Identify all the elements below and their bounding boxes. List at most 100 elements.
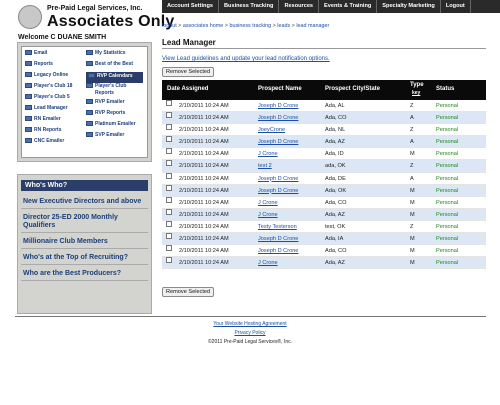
remove-selected-button-top[interactable]: Remove Selected <box>162 67 215 77</box>
row-checkbox[interactable] <box>166 124 172 131</box>
table-row: 2/10/2011 10:24 AM Testy Testerson test, O… <box>162 220 486 234</box>
row-checkbox[interactable] <box>166 220 172 227</box>
breadcrumb-leads[interactable]: leads <box>277 23 290 29</box>
whos-who-panel: Who's Who? New Executive Directors and a… <box>17 174 152 314</box>
emailer-icon <box>86 132 93 137</box>
row-checkbox[interactable] <box>166 112 172 119</box>
privacy-policy-link[interactable]: Privacy Policy <box>234 330 265 336</box>
prospect-link[interactable]: Joseph D Crone <box>258 173 298 185</box>
row-checkbox[interactable] <box>166 208 172 215</box>
copyright: ©2011 Pre-Paid Legal Services®, Inc. <box>208 339 292 345</box>
reports-icon <box>86 83 93 88</box>
brand-title: Associates Only <box>47 13 175 30</box>
nav-business-tracking[interactable]: Business Tracking <box>219 0 280 13</box>
menu-legacy-online[interactable]: Legacy Online <box>25 72 72 83</box>
lead-table-body: 2/10/2011 10:24 AM Joseph D Crone Ada, AL Z… <box>162 100 486 270</box>
row-checkbox[interactable] <box>166 184 172 191</box>
row-checkbox[interactable] <box>166 172 172 179</box>
nav-events-training[interactable]: Events & Training <box>319 0 378 13</box>
emailer-icon <box>25 116 32 121</box>
row-checkbox[interactable] <box>166 160 172 167</box>
menu-rvp-reports[interactable]: RVP Reports <box>86 110 143 121</box>
reports-icon <box>25 127 32 132</box>
row-checkbox[interactable] <box>166 233 172 240</box>
players-club-icon <box>25 94 32 99</box>
who-item-best-producers[interactable]: Who are the Best Producers? <box>21 265 148 281</box>
remove-selected-button-bottom[interactable]: Remove Selected <box>162 287 215 297</box>
row-checkbox[interactable] <box>166 148 172 155</box>
prospect-link[interactable]: J Crone <box>258 197 278 209</box>
who-item-director-qualifiers[interactable]: Director 25-ED 2000 Monthly Qualifiers <box>21 209 148 233</box>
header-type-key-link[interactable]: key <box>412 90 420 96</box>
menu-my-statistics[interactable]: My Statistics <box>86 50 143 61</box>
row-checkbox[interactable] <box>166 245 172 252</box>
nav-account-settings[interactable]: Account Settings <box>162 0 219 13</box>
prospect-link[interactable]: J Crone <box>258 257 278 269</box>
table-row: 2/10/2011 10:24 AM J Crone Ada, AZ M Persona… <box>162 257 486 270</box>
prospect-link[interactable]: J Crone <box>258 209 278 221</box>
prospect-link[interactable]: Joseph D Crone <box>258 100 298 112</box>
breadcrumb-associates-home[interactable]: associates home <box>183 23 223 29</box>
welcome-text: Welcome C DUANE SMITH <box>18 34 107 41</box>
nav-resources[interactable]: Resources <box>279 0 320 13</box>
breadcrumb-business-tracking[interactable]: business tracking <box>229 23 271 29</box>
prospect-link[interactable]: Joseph D Crone <box>258 112 298 124</box>
calendar-icon <box>88 73 95 78</box>
prospect-link[interactable]: Joseph D Crone <box>258 185 298 197</box>
table-row: 2/10/2011 10:24 AM Joseph D Crone Ada, DE A… <box>162 172 486 185</box>
table-row: 2/10/2011 10:24 AM J Crone Ada, ID M Persona… <box>162 148 486 161</box>
emailer-icon <box>25 138 32 143</box>
prospect-link[interactable]: Testy Testerson <box>258 221 297 233</box>
breadcrumb-logout[interactable]: logout <box>162 23 177 29</box>
menu-platinum-emailer[interactable]: Platinum Emailer <box>86 121 143 132</box>
menu-svp-emailer[interactable]: SVP Emailer <box>86 132 143 143</box>
prospect-link[interactable]: J Crone <box>258 148 278 160</box>
lead-icon <box>25 105 32 110</box>
menu-lead-manager[interactable]: Lead Manager <box>25 105 72 116</box>
menu-rvp-emailer[interactable]: RVP Emailer <box>86 99 143 110</box>
prospect-link[interactable]: Joseph D Crone <box>258 136 298 148</box>
menu-rn-emailer[interactable]: RN Emailer <box>25 116 72 127</box>
table-row: 2/10/2011 10:24 AM test 2 ada, OK Z Personal <box>162 160 486 173</box>
table-row: 2/10/2011 10:24 AM Joseph D Crone Ada, AL Z… <box>162 100 486 113</box>
lead-guidelines-link[interactable]: View Lead guidelines and update your lea… <box>162 56 330 62</box>
menu-reports[interactable]: Reports <box>25 61 72 72</box>
side-menu-left: Email Reports Legacy Online Player's Clu… <box>25 50 72 149</box>
email-icon <box>25 50 32 55</box>
prospect-link[interactable]: test 2 <box>258 160 272 172</box>
whos-who-title: Who's Who? <box>21 180 148 191</box>
header-date-assigned: Date Assigned <box>167 86 209 92</box>
menu-cnc-emailer[interactable]: CNC Emailer <box>25 138 72 149</box>
who-item-millionaire-club[interactable]: Millionaire Club Members <box>21 233 148 249</box>
legacy-icon <box>25 72 32 77</box>
reports-icon <box>25 61 32 66</box>
menu-players-club-reports[interactable]: Player's Club Reports <box>86 83 143 99</box>
row-checkbox[interactable] <box>166 100 172 106</box>
table-row: 2/10/2011 10:24 AM Joseph D Crone Ada, IA M… <box>162 233 486 246</box>
menu-players-club-18[interactable]: Player's Club 18 <box>25 83 72 94</box>
table-row: 2/10/2011 10:24 AM Joseph D Crone Ada, OK M… <box>162 184 486 197</box>
breadcrumb-current: lead manager <box>296 23 330 29</box>
header-prospect-name: Prospect Name <box>258 86 302 92</box>
nav-logout[interactable]: Logout <box>441 0 471 13</box>
table-row: 2/10/2011 10:24 AM JoeyCrone Ada, NL Z Perso… <box>162 124 486 137</box>
whos-who-list: New Executive Directors and above Direct… <box>21 193 148 281</box>
row-checkbox[interactable] <box>166 136 172 143</box>
menu-players-club-5[interactable]: Player's Club 5 <box>25 94 72 105</box>
who-item-executive-directors[interactable]: New Executive Directors and above <box>21 193 148 209</box>
prospect-link[interactable]: JoeyCrone <box>258 124 285 136</box>
row-checkbox[interactable] <box>166 257 172 264</box>
menu-rn-reports[interactable]: RN Reports <box>25 127 72 138</box>
statistics-icon <box>86 50 93 55</box>
row-checkbox[interactable] <box>166 196 172 203</box>
nav-specialty-marketing[interactable]: Specialty Marketing <box>377 0 441 13</box>
prospect-link[interactable]: Joseph D Crone <box>258 233 298 245</box>
table-row: 2/10/2011 10:24 AM Joseph D Crone Ada, CO A… <box>162 112 486 125</box>
menu-rvp-calendars[interactable]: RVP Calendars <box>86 72 143 83</box>
reports-icon <box>86 110 93 115</box>
hosting-agreement-link[interactable]: Your Website Hosting Agreement <box>213 321 286 327</box>
menu-best-of-the-best[interactable]: Best of the Best <box>86 61 143 72</box>
prospect-link[interactable]: Joseph D Crone <box>258 245 298 257</box>
menu-email[interactable]: Email <box>25 50 72 61</box>
who-item-top-recruiting[interactable]: Who's at the Top of Recruiting? <box>21 249 148 265</box>
